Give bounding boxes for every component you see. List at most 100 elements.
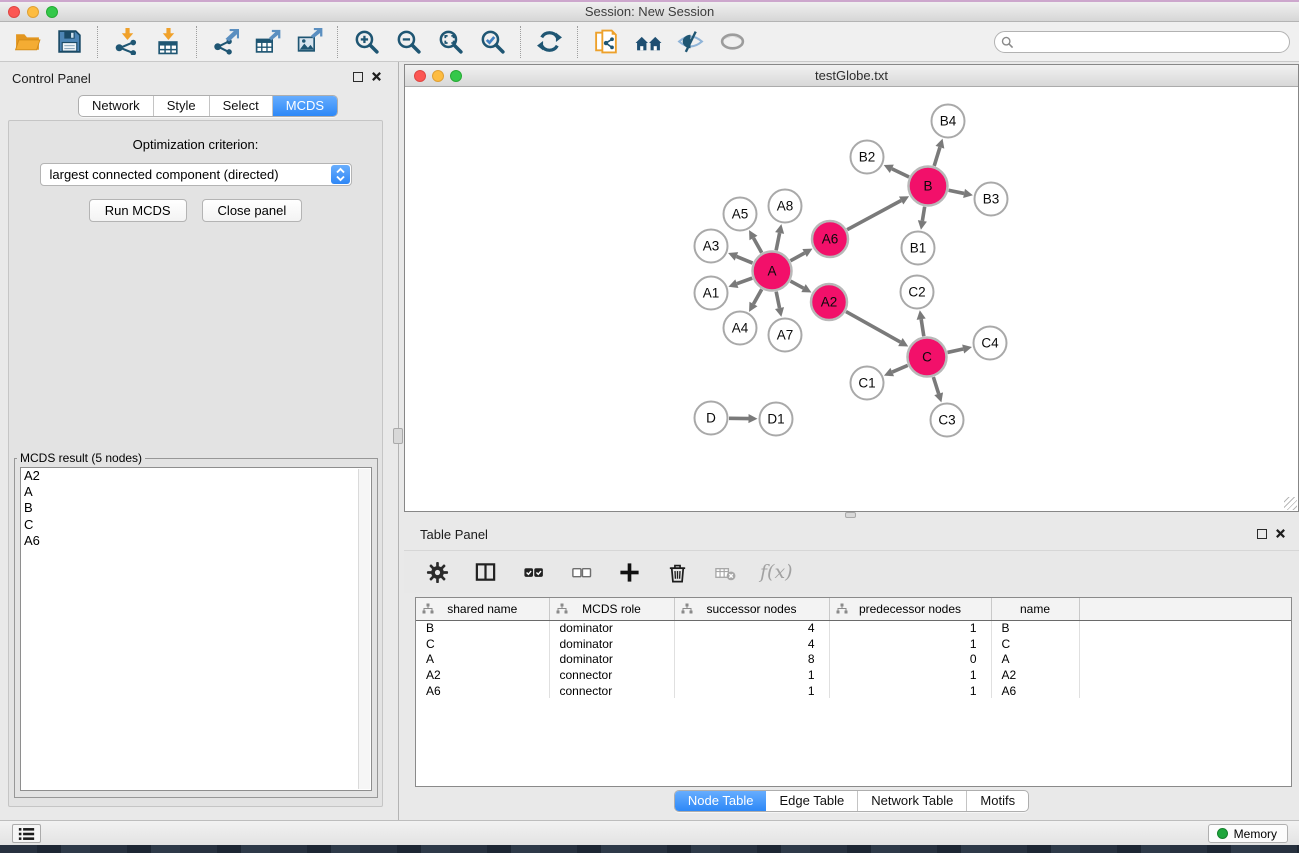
select-all-button[interactable]	[520, 559, 546, 585]
graph-node-D1[interactable]: D1	[760, 403, 793, 436]
column-header-predecessor-nodes[interactable]: predecessor nodes	[829, 598, 991, 620]
graph-node-C[interactable]: C	[908, 338, 947, 377]
graph-node-A7[interactable]: A7	[769, 319, 802, 352]
memory-button[interactable]: Memory	[1208, 824, 1288, 843]
cell-shared-name[interactable]: A6	[416, 683, 549, 699]
graph-node-A3[interactable]: A3	[695, 230, 728, 263]
cell-predecessor-nodes[interactable]: 1	[829, 683, 991, 699]
graph-node-A8[interactable]: A8	[769, 190, 802, 223]
graph-node-A[interactable]: A	[753, 252, 792, 291]
graph-node-C1[interactable]: C1	[851, 367, 884, 400]
graph-node-B2[interactable]: B2	[851, 141, 884, 174]
cell-mcds-role[interactable]: dominator	[549, 651, 674, 667]
tab-node-table[interactable]: Node Table	[675, 791, 767, 811]
graph-edge-A-A5[interactable]	[749, 230, 762, 253]
cell-mcds-role[interactable]: dominator	[549, 636, 674, 652]
tab-style[interactable]: Style	[154, 96, 210, 116]
cell-successor-nodes[interactable]: 1	[674, 667, 829, 683]
zoom-fit-button[interactable]	[432, 25, 468, 59]
cell-shared-name[interactable]: A	[416, 651, 549, 667]
cell-name[interactable]: A	[991, 651, 1079, 667]
graph-node-A2[interactable]: A2	[811, 284, 847, 320]
graph-node-C2[interactable]: C2	[901, 276, 934, 309]
graph-edge-D-D1[interactable]	[729, 414, 758, 423]
graph-edge-A-A1[interactable]	[728, 278, 752, 288]
window-splitter-grip[interactable]	[845, 512, 856, 518]
hide-graphics-button[interactable]	[672, 25, 708, 59]
cell-successor-nodes[interactable]: 4	[674, 636, 829, 652]
graph-edge-C-C4[interactable]	[947, 344, 971, 353]
add-column-button[interactable]	[616, 559, 642, 585]
graph-node-A4[interactable]: A4	[724, 312, 757, 345]
open-session-button[interactable]	[9, 25, 45, 59]
result-item[interactable]: A	[21, 484, 371, 500]
cell-successor-nodes[interactable]: 8	[674, 651, 829, 667]
result-item[interactable]: B	[21, 500, 371, 516]
cell-name[interactable]: A2	[991, 667, 1079, 683]
table-settings-button[interactable]	[424, 559, 450, 585]
cell-predecessor-nodes[interactable]: 1	[829, 620, 991, 636]
column-header-name[interactable]: name	[991, 598, 1079, 620]
cell-name[interactable]: C	[991, 636, 1079, 652]
import-table-button[interactable]	[150, 25, 186, 59]
cell-successor-nodes[interactable]: 4	[674, 620, 829, 636]
cell-predecessor-nodes[interactable]: 1	[829, 636, 991, 652]
graph-edge-B-B3[interactable]	[949, 189, 973, 198]
tab-network[interactable]: Network	[79, 96, 154, 116]
result-item[interactable]: A6	[21, 533, 371, 549]
clone-network-button[interactable]	[588, 25, 624, 59]
function-builder-button[interactable]: f(x)	[760, 561, 793, 583]
table-row[interactable]: Adominator80A	[416, 651, 1291, 667]
cell-shared-name[interactable]: B	[416, 620, 549, 636]
close-panel-icon[interactable]	[371, 71, 382, 82]
cell-name[interactable]: A6	[991, 683, 1079, 699]
search-input[interactable]	[1014, 33, 1289, 51]
delete-column-button[interactable]	[664, 559, 690, 585]
column-header-mcds-role[interactable]: MCDS role	[549, 598, 674, 620]
tab-network-table[interactable]: Network Table	[858, 791, 967, 811]
graph-node-D[interactable]: D	[695, 402, 728, 435]
cell-mcds-role[interactable]: connector	[549, 667, 674, 683]
graph-edge-A-A3[interactable]	[728, 252, 752, 263]
column-header-shared-name[interactable]: shared name	[416, 598, 549, 620]
cell-shared-name[interactable]: C	[416, 636, 549, 652]
delete-table-button[interactable]	[712, 559, 738, 585]
cell-predecessor-nodes[interactable]: 1	[829, 667, 991, 683]
network-canvas[interactable]: AA6A2BCA5A8A3A1A4A7B2B4B3B1C2C1C4C3DD1	[405, 88, 1298, 511]
import-network-button[interactable]	[108, 25, 144, 59]
zoom-out-button[interactable]	[390, 25, 426, 59]
table-row[interactable]: Cdominator41C	[416, 636, 1291, 652]
graph-edge-B-B4[interactable]	[934, 139, 944, 166]
graph-node-B3[interactable]: B3	[975, 183, 1008, 216]
table-row[interactable]: A6connector11A6	[416, 683, 1291, 699]
cell-predecessor-nodes[interactable]: 0	[829, 651, 991, 667]
result-scrollbar[interactable]	[358, 469, 370, 789]
float-panel-icon[interactable]	[353, 72, 363, 82]
export-table-button[interactable]	[249, 25, 285, 59]
graph-edge-A-A6[interactable]	[790, 249, 812, 261]
tab-mcds[interactable]: MCDS	[273, 96, 337, 116]
graph-node-B1[interactable]: B1	[902, 232, 935, 265]
graph-edge-A-A4[interactable]	[749, 289, 762, 312]
column-header-successor-nodes[interactable]: successor nodes	[674, 598, 829, 620]
graph-node-B[interactable]: B	[909, 167, 948, 206]
cell-name[interactable]: B	[991, 620, 1079, 636]
graph-edge-C-C1[interactable]	[884, 365, 908, 376]
export-image-button[interactable]	[291, 25, 327, 59]
cell-mcds-role[interactable]: connector	[549, 683, 674, 699]
birdseye-view-button[interactable]	[714, 25, 750, 59]
panel-splitter-grip[interactable]	[393, 428, 403, 444]
cell-mcds-role[interactable]: dominator	[549, 620, 674, 636]
graph-node-A1[interactable]: A1	[695, 277, 728, 310]
graph-edge-A6-B[interactable]	[847, 196, 909, 229]
save-session-button[interactable]	[51, 25, 87, 59]
graph-edge-A-A7[interactable]	[775, 292, 784, 317]
tab-edge-table[interactable]: Edge Table	[766, 791, 858, 811]
table-row[interactable]: Bdominator41B	[416, 620, 1291, 636]
task-history-button[interactable]	[12, 824, 41, 843]
close-panel-button[interactable]: Close panel	[202, 199, 303, 222]
graph-edge-C-C3[interactable]	[933, 377, 943, 402]
cell-successor-nodes[interactable]: 1	[674, 683, 829, 699]
split-view-button[interactable]	[472, 559, 498, 585]
tab-select[interactable]: Select	[210, 96, 273, 116]
